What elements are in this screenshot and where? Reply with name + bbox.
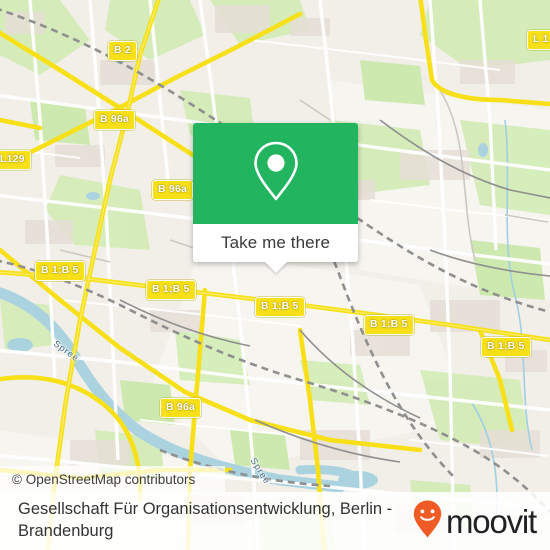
caption-bar: Gesellschaft Für Organisationsentwicklun… bbox=[0, 492, 550, 550]
map-pin-icon bbox=[250, 138, 302, 209]
road-shield-label: B 96a bbox=[94, 110, 136, 130]
moovit-pin-icon bbox=[412, 499, 443, 544]
popup-footer[interactable]: Take me there bbox=[193, 224, 358, 273]
moovit-logo[interactable]: moovit bbox=[412, 499, 537, 544]
road-shield-label: B 1;B 5 bbox=[364, 315, 414, 335]
road-shield-label: B 1;B 5 bbox=[146, 280, 196, 300]
place-name: Gesellschaft Für Organisationsentwicklun… bbox=[18, 500, 393, 540]
road-shield-label: B 1;B 5 bbox=[481, 337, 531, 357]
road-shield-label: B 1;B 5 bbox=[255, 297, 305, 317]
popup-pointer-tail bbox=[264, 262, 287, 273]
road-shield-label: B 96a bbox=[152, 180, 194, 200]
moovit-wordmark: moovit bbox=[446, 502, 537, 540]
road-shield-label: B 1;B 5 bbox=[35, 261, 85, 281]
take-me-there-button[interactable]: Take me there bbox=[221, 233, 330, 253]
attribution-text: © OpenStreetMap contributors bbox=[12, 471, 196, 487]
map-attribution[interactable]: © OpenStreetMap contributors bbox=[0, 466, 225, 492]
road-shield-label: L129 bbox=[0, 150, 31, 170]
road-shield-label: B 2 bbox=[108, 41, 137, 61]
popup-header bbox=[193, 123, 358, 224]
location-popup-card[interactable]: Take me there bbox=[193, 123, 358, 273]
road-shield-label: L 1 bbox=[527, 30, 550, 50]
road-shield-label: B 96a bbox=[160, 398, 202, 418]
